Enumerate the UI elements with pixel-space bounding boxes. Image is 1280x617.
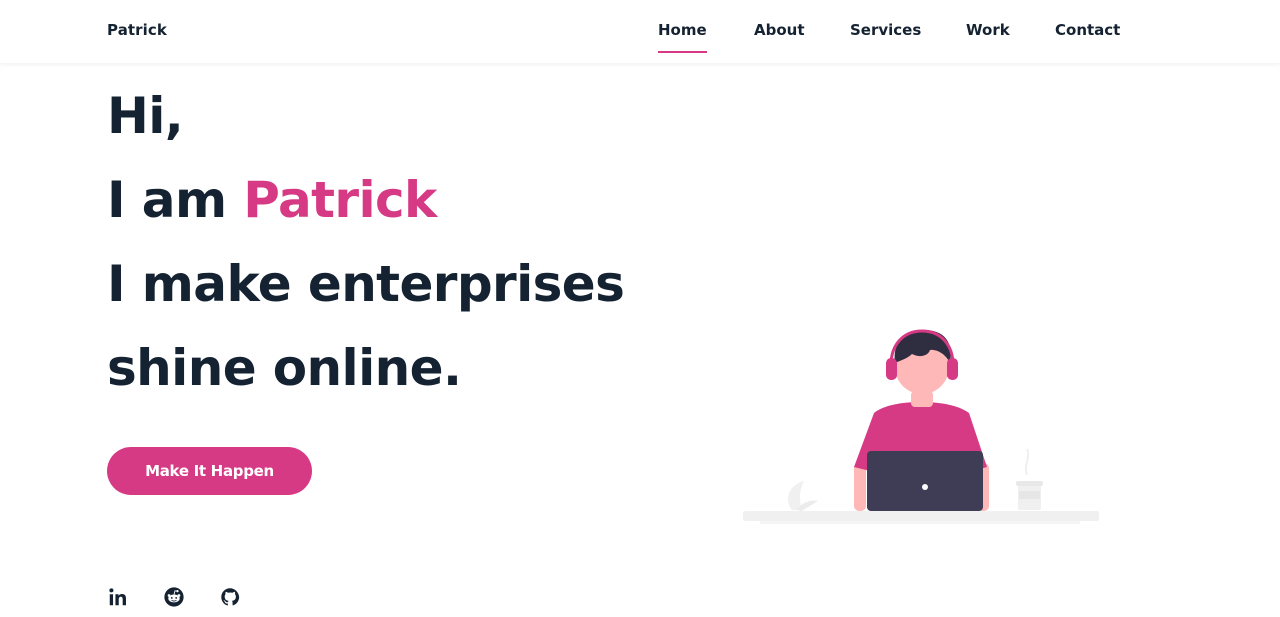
- main-nav: Home About Services Work Contact: [0, 21, 1280, 61]
- reddit-icon: [164, 587, 184, 607]
- make-it-happen-button[interactable]: Make It Happen: [107, 447, 312, 495]
- hero-tagline-line-2: shine online.: [107, 339, 462, 397]
- github-link[interactable]: [218, 585, 242, 609]
- hero-tagline-line-1: I make enterprises: [107, 255, 625, 313]
- hero-heading: Hi, I am Patrick I make enterprises shin…: [107, 74, 747, 410]
- hero-intro-prefix: I am: [107, 171, 244, 229]
- hero-intro-line: I am Patrick: [107, 158, 747, 242]
- linkedin-link[interactable]: [106, 585, 130, 609]
- site-header: Patrick Home About Services Work Contact: [0, 0, 1280, 63]
- reddit-link[interactable]: [162, 585, 186, 609]
- linkedin-icon: [109, 588, 126, 606]
- hero-name: Patrick: [243, 171, 437, 229]
- nav-services-link[interactable]: Services: [850, 21, 921, 39]
- github-icon: [221, 588, 240, 606]
- nav-contact-link[interactable]: Contact: [1055, 21, 1120, 39]
- hero-greeting: Hi,: [107, 87, 184, 145]
- developer-at-laptop-illustration: [743, 329, 1099, 524]
- nav-about-link[interactable]: About: [754, 21, 805, 39]
- nav-work-link[interactable]: Work: [966, 21, 1010, 39]
- nav-home-link[interactable]: Home: [658, 21, 707, 53]
- developer-illustration: [740, 325, 1102, 530]
